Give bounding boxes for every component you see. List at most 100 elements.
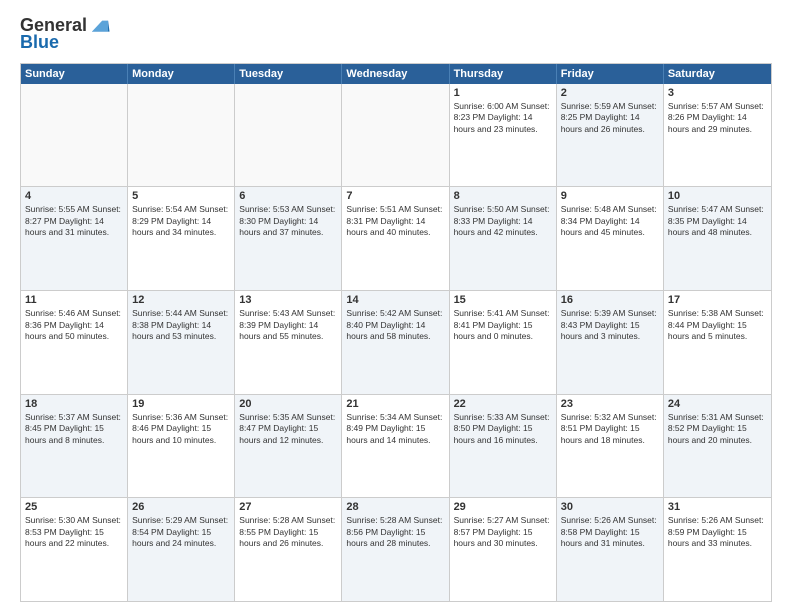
day-detail: Sunrise: 5:34 AM Sunset: 8:49 PM Dayligh… (346, 412, 444, 446)
logo: General Blue (20, 16, 111, 53)
weekday-header: Monday (128, 64, 235, 84)
day-number: 20 (239, 398, 337, 410)
calendar-cell (21, 84, 128, 187)
day-detail: Sunrise: 5:39 AM Sunset: 8:43 PM Dayligh… (561, 308, 659, 342)
day-detail: Sunrise: 5:33 AM Sunset: 8:50 PM Dayligh… (454, 412, 552, 446)
calendar-cell: 10 Sunrise: 5:47 AM Sunset: 8:35 PM Dayli… (664, 187, 771, 290)
day-number: 17 (668, 294, 767, 306)
day-detail: Sunrise: 5:54 AM Sunset: 8:29 PM Dayligh… (132, 204, 230, 238)
day-number: 26 (132, 501, 230, 513)
calendar-cell: 28Sunrise: 5:28 AM Sunset: 8:56 PM Dayli… (342, 498, 449, 601)
weekday-header: Tuesday (235, 64, 342, 84)
day-detail: Sunrise: 5:44 AM Sunset: 8:38 PM Dayligh… (132, 308, 230, 342)
day-number: 4 (25, 190, 123, 202)
day-number: 23 (561, 398, 659, 410)
calendar-cell: 1 Sunrise: 6:00 AM Sunset: 8:23 PM Daylig… (450, 84, 557, 187)
calendar-cell: 14 Sunrise: 5:42 AM Sunset: 8:40 PM Dayli… (342, 291, 449, 394)
calendar-cell: 12Sunrise: 5:44 AM Sunset: 8:38 PM Dayli… (128, 291, 235, 394)
day-detail: Sunrise: 5:55 AM Sunset: 8:27 PM Dayligh… (25, 204, 123, 238)
day-detail: Sunrise: 5:30 AM Sunset: 8:53 PM Dayligh… (25, 515, 123, 549)
day-number: 10 (668, 190, 767, 202)
calendar-cell: 7 Sunrise: 5:51 AM Sunset: 8:31 PM Daylig… (342, 187, 449, 290)
day-number: 25 (25, 501, 123, 513)
day-detail: Sunrise: 5:36 AM Sunset: 8:46 PM Dayligh… (132, 412, 230, 446)
day-number: 15 (454, 294, 552, 306)
day-detail: Sunrise: 6:00 AM Sunset: 8:23 PM Dayligh… (454, 101, 552, 135)
day-number: 5 (132, 190, 230, 202)
day-number: 24 (668, 398, 767, 410)
weekday-header: Friday (557, 64, 664, 84)
calendar-row: 18Sunrise: 5:37 AM Sunset: 8:45 PM Dayli… (21, 395, 771, 499)
day-number: 29 (454, 501, 552, 513)
day-detail: Sunrise: 5:26 AM Sunset: 8:59 PM Dayligh… (668, 515, 767, 549)
calendar-cell: 29 Sunrise: 5:27 AM Sunset: 8:57 PM Dayli… (450, 498, 557, 601)
calendar-cell (342, 84, 449, 187)
calendar-cell: 2 Sunrise: 5:59 AM Sunset: 8:25 PM Daylig… (557, 84, 664, 187)
day-detail: Sunrise: 5:31 AM Sunset: 8:52 PM Dayligh… (668, 412, 767, 446)
calendar-cell: 31 Sunrise: 5:26 AM Sunset: 8:59 PM Dayli… (664, 498, 771, 601)
calendar-body: 1 Sunrise: 6:00 AM Sunset: 8:23 PM Daylig… (21, 84, 771, 601)
day-number: 14 (346, 294, 444, 306)
day-detail: Sunrise: 5:59 AM Sunset: 8:25 PM Dayligh… (561, 101, 659, 135)
calendar-cell: 22 Sunrise: 5:33 AM Sunset: 8:50 PM Dayli… (450, 395, 557, 498)
day-detail: Sunrise: 5:50 AM Sunset: 8:33 PM Dayligh… (454, 204, 552, 238)
calendar-cell: 17 Sunrise: 5:38 AM Sunset: 8:44 PM Dayli… (664, 291, 771, 394)
day-number: 2 (561, 87, 659, 99)
day-detail: Sunrise: 5:43 AM Sunset: 8:39 PM Dayligh… (239, 308, 337, 342)
day-detail: Sunrise: 5:42 AM Sunset: 8:40 PM Dayligh… (346, 308, 444, 342)
day-detail: Sunrise: 5:51 AM Sunset: 8:31 PM Dayligh… (346, 204, 444, 238)
day-detail: Sunrise: 5:26 AM Sunset: 8:58 PM Dayligh… (561, 515, 659, 549)
calendar-cell: 3 Sunrise: 5:57 AM Sunset: 8:26 PM Daylig… (664, 84, 771, 187)
calendar-row: 11Sunrise: 5:46 AM Sunset: 8:36 PM Dayli… (21, 291, 771, 395)
day-number: 30 (561, 501, 659, 513)
day-detail: Sunrise: 5:32 AM Sunset: 8:51 PM Dayligh… (561, 412, 659, 446)
weekday-header: Wednesday (342, 64, 449, 84)
calendar-cell: 19 Sunrise: 5:36 AM Sunset: 8:46 PM Dayli… (128, 395, 235, 498)
day-number: 16 (561, 294, 659, 306)
day-number: 21 (346, 398, 444, 410)
calendar-cell: 15 Sunrise: 5:41 AM Sunset: 8:41 PM Dayli… (450, 291, 557, 394)
calendar-cell (128, 84, 235, 187)
day-number: 27 (239, 501, 337, 513)
weekday-header: Saturday (664, 64, 771, 84)
logo-bird-icon (89, 14, 111, 36)
day-number: 1 (454, 87, 552, 99)
day-number: 13 (239, 294, 337, 306)
calendar-cell: 5 Sunrise: 5:54 AM Sunset: 8:29 PM Daylig… (128, 187, 235, 290)
calendar-cell: 25 Sunrise: 5:30 AM Sunset: 8:53 PM Dayli… (21, 498, 128, 601)
day-detail: Sunrise: 5:27 AM Sunset: 8:57 PM Dayligh… (454, 515, 552, 549)
day-detail: Sunrise: 5:41 AM Sunset: 8:41 PM Dayligh… (454, 308, 552, 342)
day-detail: Sunrise: 5:57 AM Sunset: 8:26 PM Dayligh… (668, 101, 767, 135)
calendar-cell: 4 Sunrise: 5:55 AM Sunset: 8:27 PM Daylig… (21, 187, 128, 290)
calendar-cell: 6Sunrise: 5:53 AM Sunset: 8:30 PM Daylig… (235, 187, 342, 290)
day-number: 11 (25, 294, 123, 306)
day-detail: Sunrise: 5:38 AM Sunset: 8:44 PM Dayligh… (668, 308, 767, 342)
calendar-cell: 9 Sunrise: 5:48 AM Sunset: 8:34 PM Daylig… (557, 187, 664, 290)
calendar-row: 1 Sunrise: 6:00 AM Sunset: 8:23 PM Daylig… (21, 84, 771, 188)
day-detail: Sunrise: 5:35 AM Sunset: 8:47 PM Dayligh… (239, 412, 337, 446)
calendar-cell: 13 Sunrise: 5:43 AM Sunset: 8:39 PM Dayli… (235, 291, 342, 394)
calendar-header: SundayMondayTuesdayWednesdayThursdayFrid… (21, 64, 771, 84)
day-number: 31 (668, 501, 767, 513)
calendar-cell: 11Sunrise: 5:46 AM Sunset: 8:36 PM Dayli… (21, 291, 128, 394)
day-detail: Sunrise: 5:29 AM Sunset: 8:54 PM Dayligh… (132, 515, 230, 549)
day-detail: Sunrise: 5:28 AM Sunset: 8:56 PM Dayligh… (346, 515, 444, 549)
calendar-row: 25 Sunrise: 5:30 AM Sunset: 8:53 PM Dayli… (21, 498, 771, 601)
day-number: 19 (132, 398, 230, 410)
day-number: 7 (346, 190, 444, 202)
calendar-cell: 21 Sunrise: 5:34 AM Sunset: 8:49 PM Dayli… (342, 395, 449, 498)
day-detail: Sunrise: 5:53 AM Sunset: 8:30 PM Dayligh… (239, 204, 337, 238)
calendar-cell (235, 84, 342, 187)
calendar: SundayMondayTuesdayWednesdayThursdayFrid… (20, 63, 772, 602)
calendar-cell: 18Sunrise: 5:37 AM Sunset: 8:45 PM Dayli… (21, 395, 128, 498)
day-number: 22 (454, 398, 552, 410)
day-number: 3 (668, 87, 767, 99)
day-detail: Sunrise: 5:47 AM Sunset: 8:35 PM Dayligh… (668, 204, 767, 238)
day-number: 9 (561, 190, 659, 202)
calendar-row: 4 Sunrise: 5:55 AM Sunset: 8:27 PM Daylig… (21, 187, 771, 291)
day-detail: Sunrise: 5:48 AM Sunset: 8:34 PM Dayligh… (561, 204, 659, 238)
weekday-header: Sunday (21, 64, 128, 84)
calendar-cell: 27Sunrise: 5:28 AM Sunset: 8:55 PM Dayli… (235, 498, 342, 601)
weekday-header: Thursday (450, 64, 557, 84)
calendar-cell: 20 Sunrise: 5:35 AM Sunset: 8:47 PM Dayli… (235, 395, 342, 498)
